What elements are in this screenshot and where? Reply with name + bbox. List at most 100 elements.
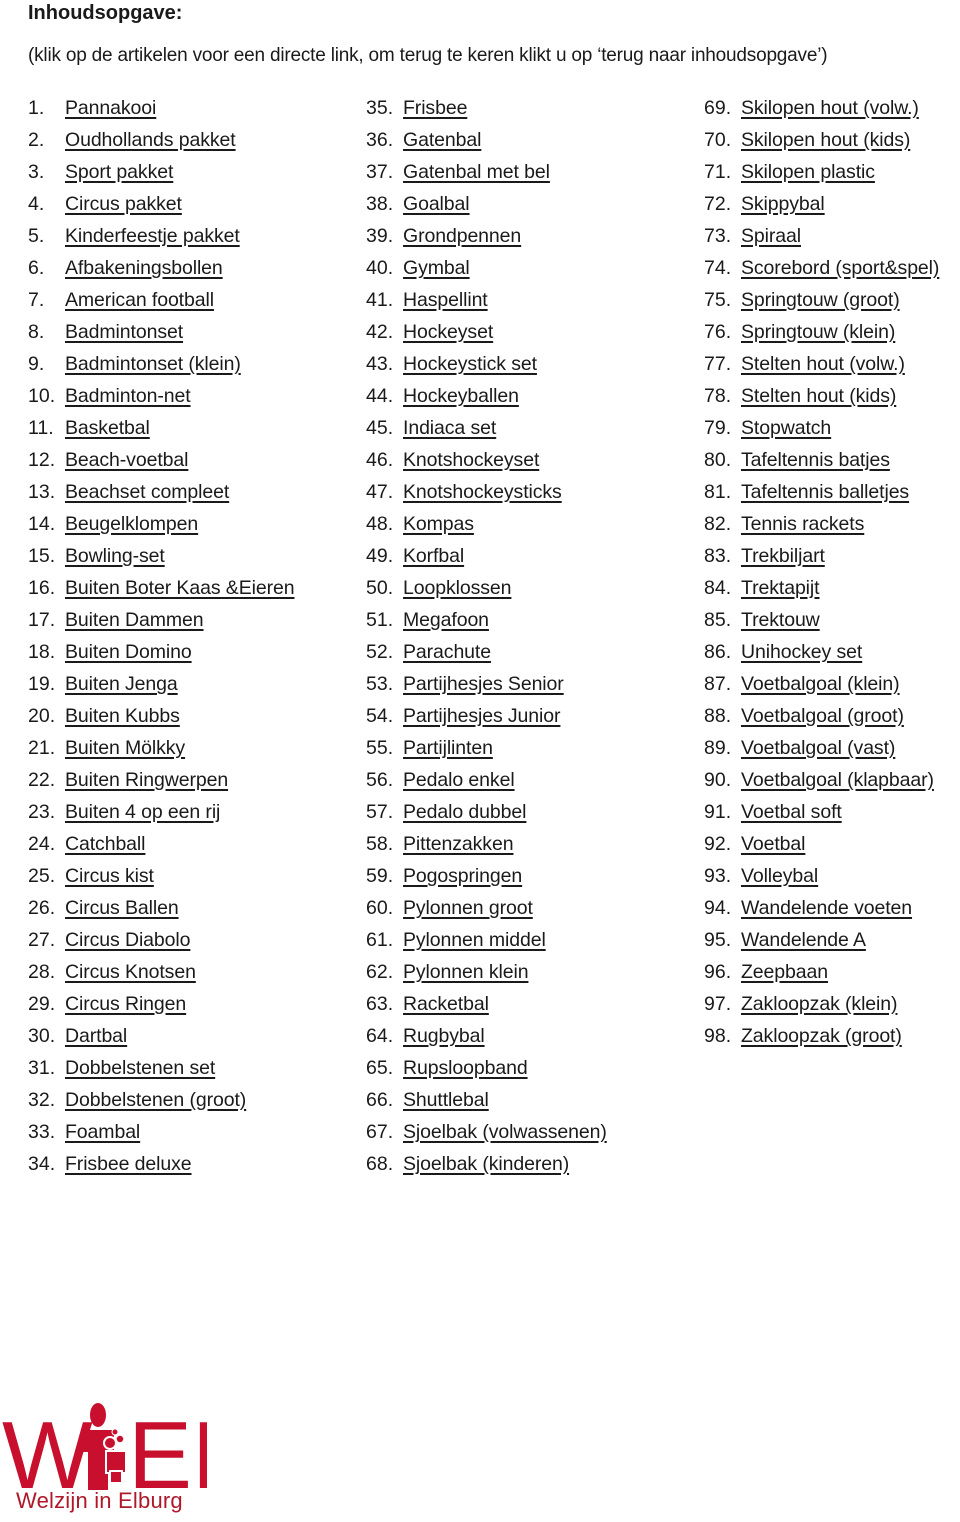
toc-item-link[interactable]: Rugbybal (403, 1022, 485, 1054)
toc-item-link[interactable]: Haspellint (403, 286, 488, 318)
toc-item-link[interactable]: Gatenbal (403, 126, 481, 158)
toc-item-link[interactable]: Hockeystick set (403, 350, 537, 382)
toc-item-link[interactable]: Basketbal (65, 414, 150, 446)
toc-item-link[interactable]: Hockeyset (403, 318, 493, 350)
toc-item-link[interactable]: Badminton-net (65, 382, 191, 414)
toc-item-link[interactable]: Parachute (403, 638, 491, 670)
toc-item-link[interactable]: Dobbelstenen set (65, 1054, 215, 1086)
toc-item-link[interactable]: Korfbal (403, 542, 464, 574)
toc-item-link[interactable]: Pittenzakken (403, 830, 514, 862)
toc-item-link[interactable]: Beachset compleet (65, 478, 229, 510)
toc-item-link[interactable]: Tafeltennis batjes (741, 446, 890, 478)
toc-item-link[interactable]: Skilopen plastic (741, 158, 875, 190)
toc-item-link[interactable]: Buiten Boter Kaas &Eieren (65, 574, 295, 606)
toc-item-link[interactable]: Indiaca set (403, 414, 496, 446)
toc-item-number: 45. (366, 417, 394, 439)
toc-item-link[interactable]: Grondpennen (403, 222, 521, 254)
toc-item-link[interactable]: Trekbiljart (741, 542, 825, 574)
toc-item-link[interactable]: Megafoon (403, 606, 489, 638)
toc-item-link[interactable]: Voetbalgoal (vast) (741, 734, 895, 766)
toc-item-link[interactable]: Hockeyballen (403, 382, 519, 414)
toc-item-link[interactable]: Beach-voetbal (65, 446, 188, 478)
toc-item-link[interactable]: Trektouw (741, 606, 820, 638)
toc-item-link[interactable]: Zeepbaan (741, 958, 828, 990)
toc-item-link[interactable]: Zakloopzak (klein) (741, 990, 898, 1022)
toc-item-link[interactable]: Unihockey set (741, 638, 862, 670)
toc-item-link[interactable]: Circus Ballen (65, 894, 179, 926)
toc-item-link[interactable]: Circus Knotsen (65, 958, 196, 990)
toc-item-link[interactable]: Afbakeningsbollen (65, 254, 223, 286)
toc-item-link[interactable]: Sjoelbak (kinderen) (403, 1150, 569, 1182)
toc-item-link[interactable]: Knotshockeyset (403, 446, 539, 478)
toc-item-link[interactable]: Loopklossen (403, 574, 512, 606)
toc-item-link[interactable]: Dartbal (65, 1022, 127, 1054)
toc-item-link[interactable]: Partijhesjes Junior (403, 702, 561, 734)
toc-item-link[interactable]: Beugelklompen (65, 510, 198, 542)
toc-item-link[interactable]: Partijhesjes Senior (403, 670, 564, 702)
toc-item-link[interactable]: Pedalo enkel (403, 766, 515, 798)
toc-item-link[interactable]: Oudhollands pakket (65, 126, 236, 158)
toc-item-link[interactable]: Pogospringen (403, 862, 522, 894)
toc-item-link[interactable]: Circus kist (65, 862, 154, 894)
toc-item-link[interactable]: Dobbelstenen (groot) (65, 1086, 246, 1118)
toc-item-link[interactable]: Rupsloopband (403, 1054, 528, 1086)
toc-item-link[interactable]: Springtouw (klein) (741, 318, 895, 350)
toc-item-link[interactable]: Voetbal (741, 830, 805, 862)
toc-item-link[interactable]: Pylonnen middel (403, 926, 546, 958)
toc-item-link[interactable]: Sport pakket (65, 158, 173, 190)
toc-item-link[interactable]: Gymbal (403, 254, 470, 286)
toc-item-link[interactable]: Sjoelbak (volwassenen) (403, 1118, 607, 1150)
toc-item-link[interactable]: Pylonnen klein (403, 958, 529, 990)
toc-item-link[interactable]: Badmintonset (klein) (65, 350, 241, 382)
toc-item-link[interactable]: Skippybal (741, 190, 825, 222)
toc-item-link[interactable]: Buiten Ringwerpen (65, 766, 228, 798)
toc-item-link[interactable]: Tafeltennis balletjes (741, 478, 909, 510)
toc-item-link[interactable]: Voetbalgoal (klapbaar) (741, 766, 934, 798)
toc-item-link[interactable]: Buiten Kubbs (65, 702, 180, 734)
toc-item-link[interactable]: Catchball (65, 830, 146, 862)
toc-item-link[interactable]: Volleybal (741, 862, 818, 894)
toc-item-link[interactable]: Buiten Domino (65, 638, 192, 670)
toc-item-link[interactable]: Buiten Jenga (65, 670, 178, 702)
toc-item-link[interactable]: Tennis rackets (741, 510, 864, 542)
toc-item-link[interactable]: Voetbal soft (741, 798, 842, 830)
toc-item-link[interactable]: Bowling-set (65, 542, 165, 574)
toc-item-link[interactable]: Stelten hout (volw.) (741, 350, 905, 382)
toc-item-link[interactable]: Scorebord (sport&spel) (741, 254, 939, 286)
toc-item-link[interactable]: Zakloopzak (groot) (741, 1022, 902, 1054)
toc-item-link[interactable]: Pannakooi (65, 94, 156, 126)
toc-item-link[interactable]: Voetbalgoal (klein) (741, 670, 900, 702)
toc-item-link[interactable]: Circus Diabolo (65, 926, 191, 958)
toc-item-link[interactable]: Stopwatch (741, 414, 831, 446)
toc-item-link[interactable]: Pylonnen groot (403, 894, 533, 926)
toc-item-link[interactable]: Skilopen hout (volw.) (741, 94, 919, 126)
toc-item-link[interactable]: Buiten 4 op een rij (65, 798, 220, 830)
toc-item-link[interactable]: Kompas (403, 510, 474, 542)
toc-item-link[interactable]: Buiten Mölkky (65, 734, 185, 766)
toc-item-link[interactable]: Circus Ringen (65, 990, 186, 1022)
toc-item-link[interactable]: Circus pakket (65, 190, 182, 222)
toc-item-link[interactable]: Voetbalgoal (groot) (741, 702, 904, 734)
toc-item-link[interactable]: Frisbee (403, 94, 467, 126)
toc-item-link[interactable]: Trektapijt (741, 574, 820, 606)
toc-item-number: 95. (704, 929, 732, 951)
toc-item-link[interactable]: Wandelende A (741, 926, 866, 958)
toc-item-link[interactable]: Goalbal (403, 190, 470, 222)
toc-item-link[interactable]: Shuttlebal (403, 1086, 489, 1118)
toc-item-link[interactable]: Gatenbal met bel (403, 158, 550, 190)
toc-item-link[interactable]: Skilopen hout (kids) (741, 126, 910, 158)
toc-item-link[interactable]: Stelten hout (kids) (741, 382, 896, 414)
toc-item-link[interactable]: Partijlinten (403, 734, 493, 766)
toc-item-link[interactable]: Frisbee deluxe (65, 1150, 192, 1182)
toc-item-link[interactable]: Kinderfeestje pakket (65, 222, 240, 254)
toc-item-link[interactable]: Pedalo dubbel (403, 798, 527, 830)
toc-item-link[interactable]: Racketbal (403, 990, 489, 1022)
toc-item-link[interactable]: Wandelende voeten (741, 894, 912, 926)
toc-item-link[interactable]: Knotshockeysticks (403, 478, 562, 510)
toc-item-link[interactable]: Badmintonset (65, 318, 183, 350)
toc-item-link[interactable]: Buiten Dammen (65, 606, 204, 638)
toc-item-link[interactable]: American football (65, 286, 214, 318)
toc-item-link[interactable]: Foambal (65, 1118, 140, 1150)
toc-item-link[interactable]: Springtouw (groot) (741, 286, 900, 318)
toc-item-link[interactable]: Spiraal (741, 222, 801, 254)
